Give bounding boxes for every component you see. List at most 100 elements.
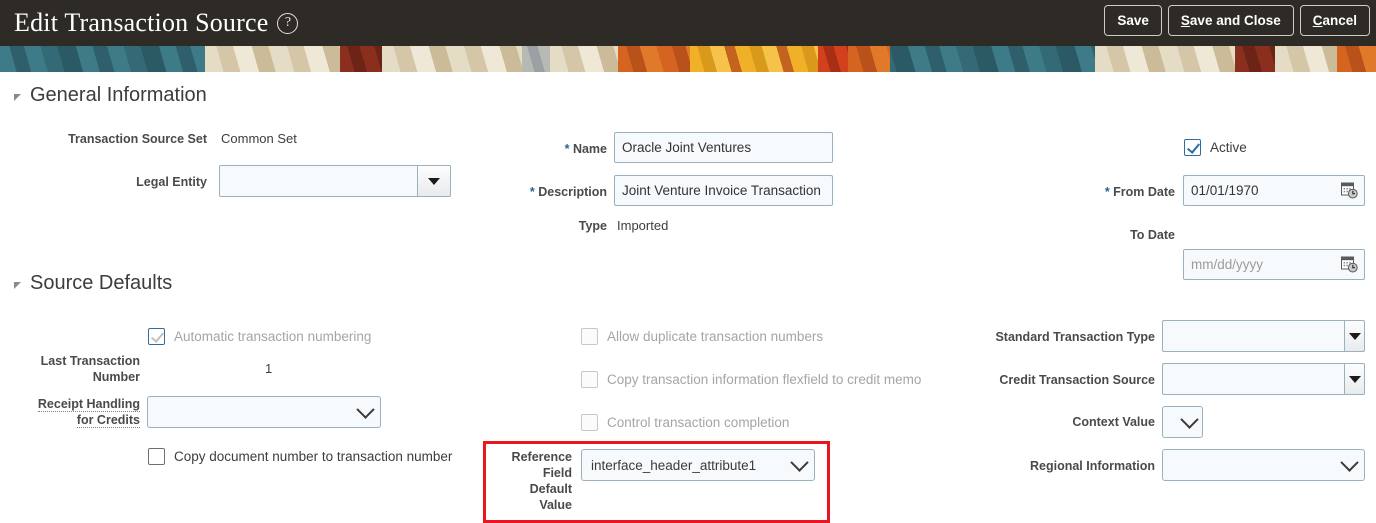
header-button-group: Save Save and Close Cancel — [1104, 5, 1370, 36]
page-title: Edit Transaction Source — [14, 8, 269, 37]
standard-transaction-type-label: Standard Transaction Type — [995, 330, 1155, 344]
description-input[interactable] — [614, 175, 833, 206]
cancel-button-label: Cancel — [1312, 13, 1357, 28]
automatic-transaction-numbering-checkbox — [148, 328, 165, 345]
section-title-source-defaults: Source Defaults — [30, 272, 173, 294]
credit-transaction-source-lov[interactable] — [1162, 363, 1365, 395]
from-date-label-text: From Date — [1113, 185, 1175, 199]
credit-transaction-source-dropdown-button[interactable] — [1344, 363, 1365, 395]
required-marker: * — [1104, 185, 1110, 199]
allow-duplicate-transaction-numbers-row: Allow duplicate transaction numbers — [581, 328, 823, 345]
copy-transaction-information-flexfield-checkbox — [581, 371, 598, 388]
reference-field-default-value-label: Reference Field Default Value — [455, 449, 572, 513]
from-date-input[interactable] — [1183, 175, 1365, 206]
caret-down-icon — [1348, 332, 1361, 340]
save-button-label: Save — [1117, 13, 1149, 28]
ref-label-line2: Field — [542, 466, 572, 480]
receipt-handling-for-credits-select[interactable] — [147, 396, 381, 428]
copy-document-number-label: Copy document number to transaction numb… — [174, 449, 453, 464]
type-value: Imported — [617, 218, 669, 233]
banner-segment — [205, 46, 340, 72]
caret-down-icon — [428, 177, 440, 185]
banner-segment — [522, 46, 550, 72]
copy-document-number-row[interactable]: Copy document number to transaction numb… — [148, 448, 452, 465]
from-date-label: * From Date — [1000, 184, 1175, 200]
receipt-handling-label-line2: for Credits — [76, 413, 140, 428]
required-marker: * — [564, 142, 570, 156]
control-transaction-completion-label: Control transaction completion — [607, 415, 790, 430]
chevron-down-icon — [1340, 452, 1359, 472]
save-button[interactable]: Save — [1104, 5, 1162, 36]
automatic-transaction-numbering-label: Automatic transaction numbering — [174, 329, 372, 344]
chevron-down-icon — [1180, 409, 1199, 429]
chevron-down-icon — [356, 399, 375, 419]
control-transaction-completion-checkbox — [581, 414, 598, 431]
context-value-select[interactable] — [1162, 406, 1203, 438]
context-value-label: Context Value — [1072, 415, 1155, 429]
reference-field-default-value-select[interactable]: interface_header_attribute1 — [581, 449, 815, 481]
banner-segment — [340, 46, 382, 72]
regional-information-select[interactable] — [1162, 449, 1365, 481]
copy-transaction-information-flexfield-row: Copy transaction information flexfield t… — [581, 371, 921, 388]
banner-segment — [848, 46, 890, 72]
receipt-handling-for-credits-label: Receipt Handling for Credits — [8, 396, 140, 428]
legal-entity-label: Legal Entity — [136, 175, 207, 189]
banner-segment — [1275, 46, 1337, 72]
save-and-close-button-label: Save and Close — [1180, 13, 1281, 28]
reference-field-default-value-text: interface_header_attribute1 — [591, 457, 757, 473]
banner-segment — [818, 46, 848, 72]
name-input[interactable] — [614, 132, 833, 163]
cancel-button[interactable]: Cancel — [1299, 5, 1370, 36]
name-label-text: Name — [572, 142, 607, 156]
receipt-handling-label-line1: Receipt Handling — [37, 397, 140, 412]
collapse-triangle-icon[interactable] — [14, 93, 21, 101]
decorative-banner — [0, 46, 1376, 72]
standard-transaction-type-dropdown-button[interactable] — [1344, 320, 1365, 352]
ref-label-line3: Default — [529, 482, 572, 496]
caret-down-icon — [1348, 375, 1361, 383]
allow-duplicate-transaction-numbers-label: Allow duplicate transaction numbers — [607, 329, 824, 344]
active-checkbox-row[interactable]: Active — [1184, 139, 1247, 156]
credit-transaction-source-label: Credit Transaction Source — [999, 373, 1155, 387]
last-transaction-number-value: 1 — [265, 361, 273, 376]
save-and-close-button[interactable]: Save and Close — [1167, 5, 1294, 36]
ref-label-line1: Reference — [511, 450, 572, 464]
description-label: * Description — [440, 184, 607, 200]
collapse-triangle-icon[interactable] — [14, 281, 21, 289]
page-header: Edit Transaction Source ? Save Save and … — [0, 0, 1376, 46]
last-transaction-number-label: Last Transaction Number — [40, 354, 140, 384]
credit-transaction-source-input[interactable] — [1162, 363, 1344, 395]
standard-transaction-type-input[interactable] — [1162, 320, 1344, 352]
banner-segment — [550, 46, 618, 72]
calendar-clock-icon[interactable] — [1341, 181, 1358, 199]
legal-entity-input[interactable] — [219, 165, 417, 197]
section-header-general-information[interactable]: General Information — [14, 84, 207, 107]
to-date-input[interactable] — [1183, 249, 1365, 280]
banner-segment — [1337, 46, 1376, 72]
active-checkbox[interactable] — [1184, 139, 1201, 156]
allow-duplicate-transaction-numbers-checkbox — [581, 328, 598, 345]
type-label: Type — [578, 219, 607, 233]
transaction-source-set-value: Common Set — [221, 131, 297, 146]
banner-segment — [690, 46, 818, 72]
control-transaction-completion-row: Control transaction completion — [581, 414, 789, 431]
name-label: * Name — [440, 141, 607, 157]
ref-label-line4: Value — [539, 498, 572, 512]
copy-transaction-information-flexfield-label: Copy transaction information flexfield t… — [607, 372, 922, 387]
from-date-field[interactable] — [1183, 175, 1365, 206]
help-circle-icon[interactable]: ? — [277, 12, 299, 34]
active-label: Active — [1210, 140, 1247, 155]
chevron-down-icon — [790, 452, 809, 472]
legal-entity-lov[interactable] — [219, 165, 451, 197]
description-label-text: Description — [538, 185, 607, 199]
section-title-general-information: General Information — [30, 84, 207, 106]
standard-transaction-type-lov[interactable] — [1162, 320, 1365, 352]
banner-segment — [1235, 46, 1275, 72]
to-date-label: To Date — [1130, 228, 1175, 242]
banner-segment — [618, 46, 690, 72]
banner-segment — [382, 46, 522, 72]
copy-document-number-checkbox[interactable] — [148, 448, 165, 465]
to-date-field[interactable] — [1183, 249, 1365, 280]
section-header-source-defaults[interactable]: Source Defaults — [14, 272, 172, 295]
calendar-clock-icon[interactable] — [1341, 255, 1358, 273]
